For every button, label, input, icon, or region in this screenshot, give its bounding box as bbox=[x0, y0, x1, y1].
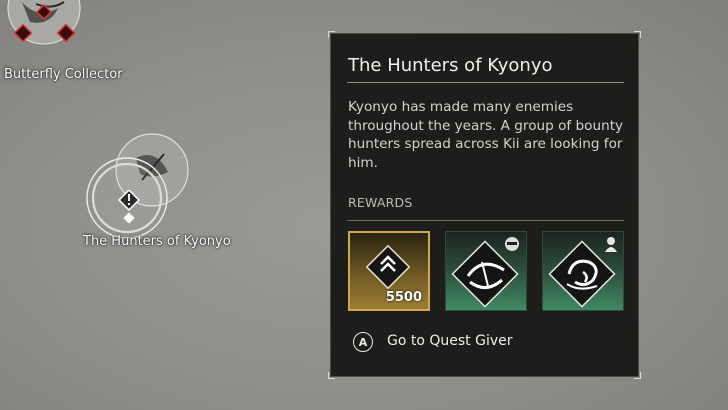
butterfly-collector-label[interactable]: Butterfly Collector bbox=[4, 67, 123, 82]
a-button-icon: A bbox=[353, 332, 373, 352]
hunters-quest-label[interactable]: The Hunters of Kyonyo bbox=[83, 234, 231, 249]
panel-corner-decoration bbox=[634, 31, 641, 38]
reward-xp-amount: 5500 bbox=[385, 290, 422, 305]
reward-technique-sweep[interactable] bbox=[445, 231, 527, 311]
panel-corner-decoration bbox=[328, 372, 335, 379]
quest-location-emblem-icon bbox=[86, 133, 189, 239]
quest-description: Kyonyo has made many enemies throughout … bbox=[348, 99, 624, 171]
panel-corner-decoration bbox=[328, 31, 335, 38]
reward-technique-spiral[interactable] bbox=[542, 231, 624, 311]
sweep-technique-icon bbox=[451, 237, 519, 308]
rewards-divider bbox=[347, 220, 624, 221]
quest-title: The Hunters of Kyonyo bbox=[348, 55, 553, 76]
quest-details-panel: The Hunters of Kyonyo Kyonyo has made ma… bbox=[328, 31, 641, 379]
reward-xp[interactable]: 5500 bbox=[348, 231, 430, 311]
butterfly-collector-emblem-icon bbox=[7, 0, 81, 45]
panel-corner-decoration bbox=[634, 372, 641, 379]
title-divider bbox=[347, 82, 624, 83]
quest-exclamation-icon bbox=[118, 190, 140, 224]
hunters-quest-marker[interactable] bbox=[80, 128, 200, 239]
rewards-heading: REWARDS bbox=[348, 195, 413, 210]
go-to-quest-giver-label: Go to Quest Giver bbox=[387, 333, 513, 349]
butterfly-collector-marker[interactable] bbox=[0, 0, 90, 60]
spiral-technique-icon bbox=[548, 237, 617, 308]
